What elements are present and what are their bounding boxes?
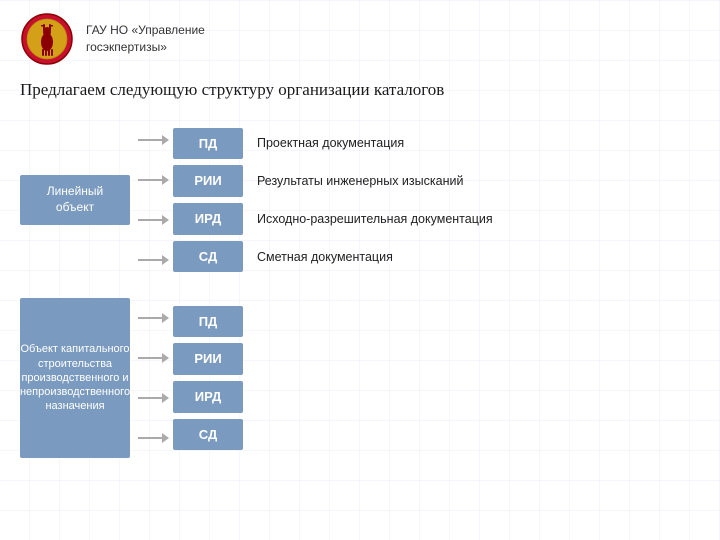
section2-connector — [134, 298, 169, 458]
header-text: ГАУ НО «Управление госэкпертизы» — [86, 22, 205, 56]
s2-arrow1 — [138, 313, 169, 323]
section1-desc-0: Проектная документация — [257, 127, 493, 159]
arrow3 — [138, 215, 169, 225]
section2-left-box: Объект капитального строительства произв… — [20, 298, 130, 458]
section1-desc-2: Исходно-разрешительная документация — [257, 203, 493, 235]
section1-horiz-arrows — [138, 120, 169, 280]
section2-mid-box-2: ИРД — [173, 381, 243, 413]
section2-mid-box-1: РИИ — [173, 343, 243, 375]
logo-emblem — [20, 12, 74, 66]
section1-connector — [134, 120, 169, 280]
section1-desc-col: Проектная документация Результаты инжене… — [243, 127, 493, 273]
s2-arrow3 — [138, 393, 169, 403]
section2-mid-box-3: СД — [173, 419, 243, 451]
section1-mid-box-2: ИРД — [173, 203, 243, 235]
section1-row: Линейный объект — [20, 120, 700, 280]
section2-arrow-group — [138, 298, 169, 458]
section2-row: Объект капитального строительства произв… — [20, 298, 700, 458]
org-name-line2: госэкпертизы» — [86, 39, 205, 56]
org-name-line1: ГАУ НО «Управление — [86, 22, 205, 39]
s2-arrow2 — [138, 353, 169, 363]
section1-arrow-group — [138, 120, 169, 280]
section1-desc-1: Результаты инженерных изысканий — [257, 165, 493, 197]
section1-desc-3: Сметная документация — [257, 241, 493, 273]
section1-left-box: Линейный объект — [20, 175, 130, 225]
section1-mid-box-0: ПД — [173, 128, 243, 160]
s2-arrow4 — [138, 433, 169, 443]
section2-mid-box-0: ПД — [173, 306, 243, 338]
section2-horiz-arrows — [138, 298, 169, 458]
content: Линейный объект — [20, 120, 700, 458]
arrow2 — [138, 175, 169, 185]
arrow4 — [138, 255, 169, 265]
section1-mid-col: ПД РИИ ИРД СД — [173, 128, 243, 272]
page-title: Предлагаем следующую структуру организац… — [20, 80, 700, 100]
header: ГАУ НО «Управление госэкпертизы» — [20, 12, 700, 66]
section1-mid-box-1: РИИ — [173, 165, 243, 197]
arrow1 — [138, 135, 169, 145]
section1-mid-box-3: СД — [173, 241, 243, 273]
page-container: ГАУ НО «Управление госэкпертизы» Предлаг… — [0, 0, 720, 468]
section2-mid-col: ПД РИИ ИРД СД — [173, 306, 243, 450]
